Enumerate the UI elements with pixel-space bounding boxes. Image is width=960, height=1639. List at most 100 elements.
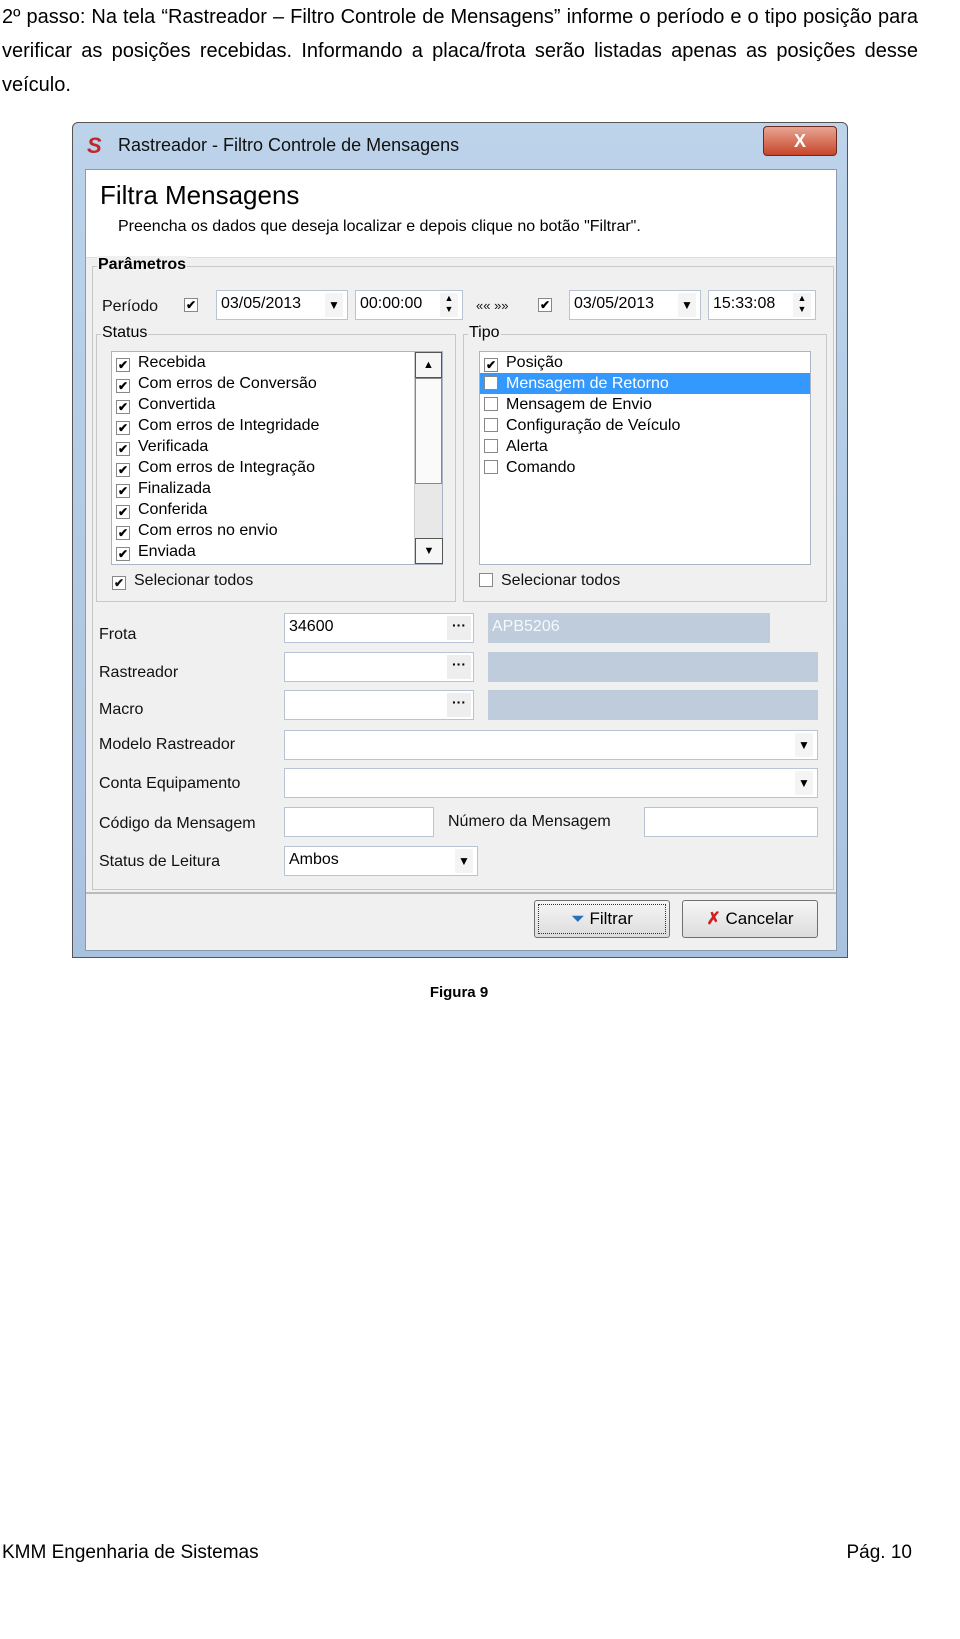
leitura-select[interactable]: Ambos ▼ [284,846,478,876]
start-date-input[interactable]: 03/05/2013 ▼ [216,290,348,320]
end-date-input[interactable]: 03/05/2013 ▼ [569,290,701,320]
rastreador-input[interactable]: ··· [284,652,474,682]
checkbox[interactable]: ✔ [116,463,130,477]
checkbox[interactable] [484,376,498,390]
list-item[interactable]: ✔ Recebida [112,352,442,373]
codigo-input[interactable] [284,807,434,837]
end-date-checkbox[interactable]: ✔ [538,298,552,312]
tipo-label: Tipo [468,324,501,342]
macro-label: Macro [99,701,144,718]
frota-input[interactable]: 34600 ··· [284,613,474,643]
frota-label: Frota [99,626,137,643]
dialog-client: Filtra Mensagens Preencha os dados que d… [85,169,837,951]
item-label: Verificada [138,438,209,455]
rastreador-description [488,652,818,682]
checkbox[interactable]: ✔ [116,526,130,540]
footer-company: KMM Engenharia de Sistemas [2,1542,259,1563]
item-label: Mensagem de Retorno [506,375,669,392]
item-label: Configuração de Veículo [506,417,681,434]
start-date-checkbox[interactable]: ✔ [184,298,198,312]
list-item[interactable]: ✔ Com erros de Integração [112,457,442,478]
item-label: Convertida [138,396,216,413]
checkbox[interactable] [484,418,498,432]
tipo-select-all[interactable]: Selecionar todos [479,572,620,590]
checkbox[interactable]: ✔ [116,484,130,498]
chevron-down-icon[interactable]: ▼ [795,771,813,795]
list-item[interactable]: Mensagem de Envio [480,394,810,415]
checkbox[interactable] [479,573,493,587]
list-item[interactable]: ✔ Verificada [112,436,442,457]
item-label: Alerta [506,438,548,455]
periodo-label: Período [102,298,159,315]
lookup-button[interactable]: ··· [447,616,471,640]
chevron-down-icon[interactable]: ▼ [325,293,343,317]
scroll-up-icon[interactable]: ▲ [415,352,442,378]
cancel-x-icon: ✗ [706,909,721,928]
filtrar-button[interactable]: ⏷ Filtrar [534,900,670,938]
list-item[interactable]: ✔ Conferida [112,499,442,520]
lookup-button[interactable]: ··· [447,693,471,717]
close-button[interactable]: X [763,126,837,156]
frota-description: APB5206 [488,613,770,643]
instruction-paragraph: 2º passo: Na tela “Rastreador – Filtro C… [2,6,918,96]
codigo-label: Código da Mensagem [99,815,256,832]
leitura-label: Status de Leitura [99,853,220,870]
dialog-header: Filtra Mensagens Preencha os dados que d… [86,170,836,258]
checkbox[interactable]: ✔ [116,400,130,414]
status-list[interactable]: ✔ Recebida ✔ Com erros de Conversão ✔ Convert… [111,351,443,565]
checkbox[interactable]: ✔ [112,576,126,590]
checkbox[interactable]: ✔ [116,442,130,456]
list-item[interactable]: ✔ Com erros de Integridade [112,415,442,436]
item-label: Com erros de Integração [138,459,315,476]
checkbox[interactable]: ✔ [116,421,130,435]
checkbox[interactable]: ✔ [116,358,130,372]
checkbox[interactable] [484,397,498,411]
list-item[interactable]: Configuração de Veículo [480,415,810,436]
list-item[interactable]: Alerta [480,436,810,457]
tipo-list[interactable]: ✔ Posição Mensagem de Retorno Mensagem de E… [479,351,811,565]
list-item[interactable]: ✔ Com erros no envio [112,520,442,541]
conta-select[interactable]: ▼ [284,768,818,798]
scroll-thumb[interactable] [415,378,442,484]
figure-caption: Figura 9 [429,984,489,1001]
list-item[interactable]: ✔ Com erros de Conversão [112,373,442,394]
item-label: Conferida [138,501,208,518]
rastreador-label: Rastreador [99,664,179,681]
filter-icon: ⏷ [571,909,585,928]
status-scrollbar[interactable]: ▲ ▼ [414,352,443,564]
chevron-down-icon[interactable]: ▼ [455,849,473,873]
footer-page: Pág. 10 [846,1542,913,1563]
checkbox[interactable]: ✔ [116,379,130,393]
modelo-select[interactable]: ▼ [284,730,818,760]
checkbox[interactable] [484,439,498,453]
spinner-icon[interactable]: ▲ ▼ [440,293,458,317]
checkbox[interactable]: ✔ [116,547,130,561]
list-item[interactable]: ✔ Convertida [112,394,442,415]
item-label: Comando [506,459,576,476]
numero-label: Número da Mensagem [448,813,611,830]
lookup-button[interactable]: ··· [447,655,471,679]
macro-input[interactable]: ··· [284,690,474,720]
list-item[interactable]: ✔ Finalizada [112,478,442,499]
status-select-all[interactable]: ✔ Selecionar todos [112,572,253,590]
cancelar-button[interactable]: ✗ Cancelar [682,900,818,938]
scroll-down-icon[interactable]: ▼ [415,538,443,564]
window-title: Rastreador - Filtro Controle de Mensagen… [118,135,460,155]
checkbox[interactable]: ✔ [116,505,130,519]
item-label: Enviada [138,543,196,560]
item-label: Com erros no envio [138,522,278,539]
checkbox[interactable]: ✔ [484,358,498,372]
start-time-input[interactable]: 00:00:00 ▲ ▼ [355,290,463,320]
item-label: Recebida [138,354,206,371]
chevron-down-icon[interactable]: ▼ [678,293,696,317]
numero-input[interactable] [644,807,818,837]
list-item[interactable]: Mensagem de Retorno [480,373,810,394]
chevron-down-icon[interactable]: ▼ [795,733,813,757]
checkbox[interactable] [484,460,498,474]
spinner-icon[interactable]: ▲ ▼ [793,293,811,317]
end-time-input[interactable]: 15:33:08 ▲ ▼ [708,290,816,320]
list-item[interactable]: ✔ Posição [480,352,810,373]
list-item[interactable]: ✔ Enviada [112,541,442,562]
list-item[interactable]: Comando [480,457,810,478]
item-label: Com erros de Conversão [138,375,317,392]
